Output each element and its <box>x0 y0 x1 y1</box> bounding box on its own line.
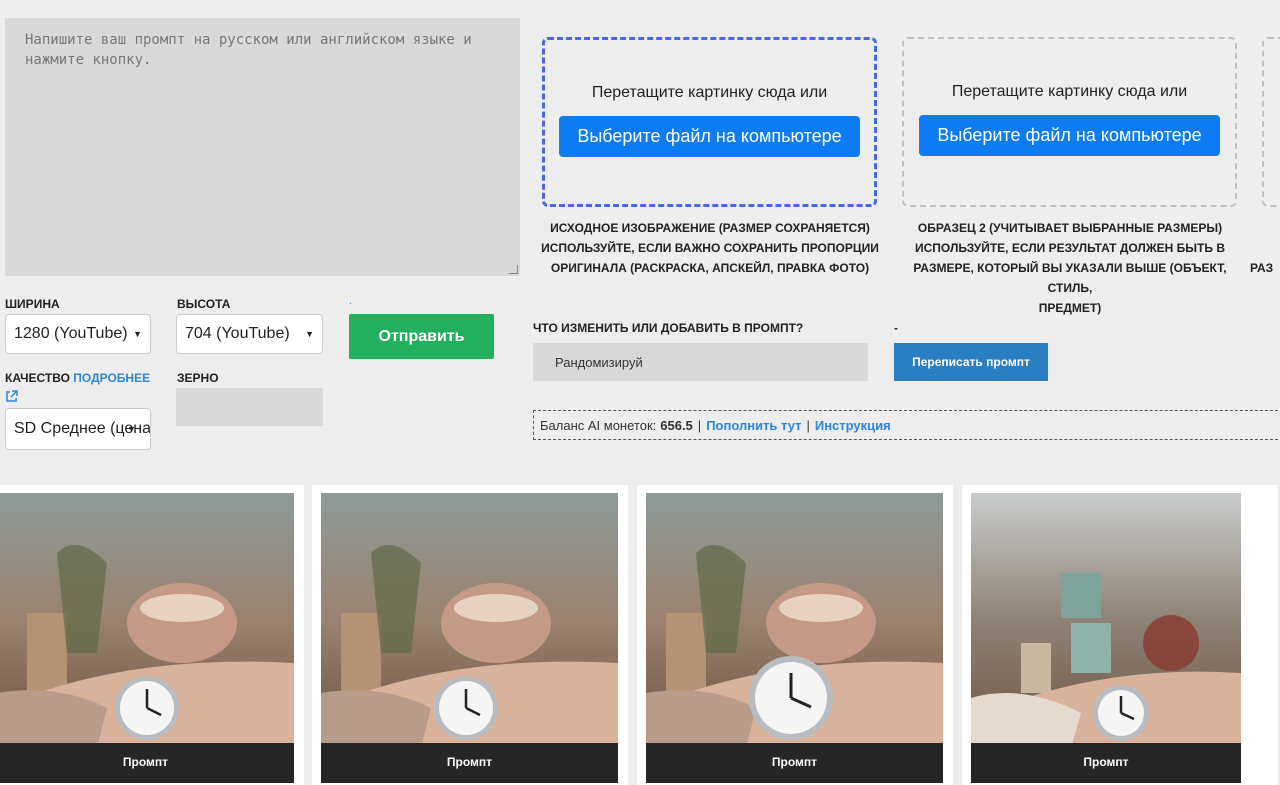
prompt-caption-bar[interactable]: Промпт <box>0 743 294 783</box>
caption-line: ОБРАЗЕЦ 2 (УЧИТЫВАЕТ ВЫБРАННЫЕ РАЗМЕРЫ) <box>917 221 1223 235</box>
separator: | <box>697 417 702 433</box>
change-label: ЧТО ИЗМЕНИТЬ ИЛИ ДОБАВИТЬ В ПРОМПТ? <box>533 321 804 335</box>
generated-image[interactable] <box>0 493 294 748</box>
change-input[interactable]: Рандомизируй <box>533 343 868 381</box>
separator: | <box>806 417 810 433</box>
sample-2-caption: ОБРАЗЕЦ 2 (УЧИТЫВАЕТ ВЫБРАННЫЕ РАЗМЕРЫ) … <box>890 218 1250 318</box>
gallery-card[interactable]: Промпт <box>962 485 1278 785</box>
height-label: ВЫСОТА <box>177 297 231 311</box>
dropzone-text: Перетащите картинку сюда или <box>591 84 828 101</box>
quality-more-link[interactable]: ПОДРОБНЕЕ <box>73 371 150 385</box>
prompt-input[interactable]: Напишите ваш промпт на русском или англи… <box>5 18 520 276</box>
send-button[interactable]: Отправить <box>349 314 494 359</box>
prompt-caption-bar[interactable]: Промпт <box>321 743 618 783</box>
gallery-card[interactable]: Промпт <box>312 485 628 785</box>
choose-file-button[interactable]: Выберите файл на компьютере <box>919 115 1220 156</box>
width-value: 1280 (YouTube) <box>14 325 128 342</box>
grain-input[interactable] <box>176 388 323 426</box>
height-value: 704 (YouTube) <box>185 325 290 342</box>
caret-down-icon: ▼ <box>127 424 136 434</box>
quality-label-text: КАЧЕСТВО <box>5 371 70 385</box>
balance-value: 656.5 <box>660 417 693 433</box>
generated-image[interactable] <box>971 493 1241 748</box>
dropzone-sample-2[interactable]: Перетащите картинку сюда или Выберите фа… <box>902 37 1237 207</box>
rewrite-prompt-button[interactable]: Переписать промпт <box>894 343 1048 381</box>
choose-file-button[interactable]: Выберите файл на компьютере <box>559 116 860 157</box>
caption-line: ИСПОЛЬЗУЙТЕ, ЕСЛИ ВАЖНО СОХРАНИТЬ ПРОПОР… <box>541 241 879 255</box>
height-select[interactable]: 704 (YouTube) ▼ <box>176 314 323 354</box>
quality-select[interactable]: SD Среднее (цена- ▼ <box>5 408 151 450</box>
generated-image[interactable] <box>646 493 943 748</box>
dropzone-text: Перетащите картинку сюда или <box>951 83 1188 100</box>
prompt-placeholder: Напишите ваш промпт на русском или англи… <box>25 32 472 68</box>
change-input-value: Рандомизируй <box>555 354 643 370</box>
prompt-caption-bar[interactable]: Промпт <box>971 743 1241 783</box>
change-dash: - <box>894 321 898 335</box>
caption-line: ИСПОЛЬЗУЙТЕ, ЕСЛИ РЕЗУЛЬТАТ ДОЛЖЕН БЫТЬ … <box>915 241 1225 255</box>
dropzone-sample-3[interactable] <box>1262 37 1280 207</box>
quality-label: КАЧЕСТВО ПОДРОБНЕЕ <box>5 371 150 385</box>
caption-line: ИСХОДНОЕ ИЗОБРАЖЕНИЕ (РАЗМЕР СОХРАНЯЕТСЯ… <box>550 221 870 235</box>
balance-label: Баланс AI монеток: <box>540 417 657 433</box>
width-label: ШИРИНА <box>5 297 60 311</box>
caret-down-icon: ▼ <box>305 329 314 339</box>
caption-line: ПРЕДМЕТ) <box>1038 301 1102 315</box>
balance-bar: Баланс AI монеток: 656.5 | Пополнить тут… <box>533 410 1280 440</box>
width-select[interactable]: 1280 (YouTube) ▼ <box>5 314 151 354</box>
generated-image[interactable] <box>321 493 618 748</box>
status-dot: . <box>349 296 352 307</box>
resize-handle[interactable] <box>509 265 518 274</box>
sample-3-caption: РАЗ <box>1250 261 1274 275</box>
source-caption: ИСХОДНОЕ ИЗОБРАЖЕНИЕ (РАЗМЕР СОХРАНЯЕТСЯ… <box>530 218 890 278</box>
external-link-icon[interactable] <box>5 390 19 404</box>
gallery-card[interactable]: Промпт <box>0 485 304 785</box>
gallery-card[interactable]: Промпт <box>637 485 953 785</box>
dropzone-source[interactable]: Перетащите картинку сюда или Выберите фа… <box>542 37 877 207</box>
prompt-caption-bar[interactable]: Промпт <box>646 743 943 783</box>
grain-label: ЗЕРНО <box>177 371 219 385</box>
instruction-link[interactable]: Инструкция <box>815 418 891 433</box>
caret-down-icon: ▼ <box>133 329 142 339</box>
caption-line: ОРИГИНАЛА (РАСКРАСКА, АПСКЕЙЛ, ПРАВКА ФО… <box>550 261 870 275</box>
caption-line: РАЗМЕРЕ, КОТОРЫЙ ВЫ УКАЗАЛИ ВЫШЕ (ОБЪЕКТ… <box>913 261 1227 295</box>
topup-link[interactable]: Пополнить тут <box>706 418 801 433</box>
